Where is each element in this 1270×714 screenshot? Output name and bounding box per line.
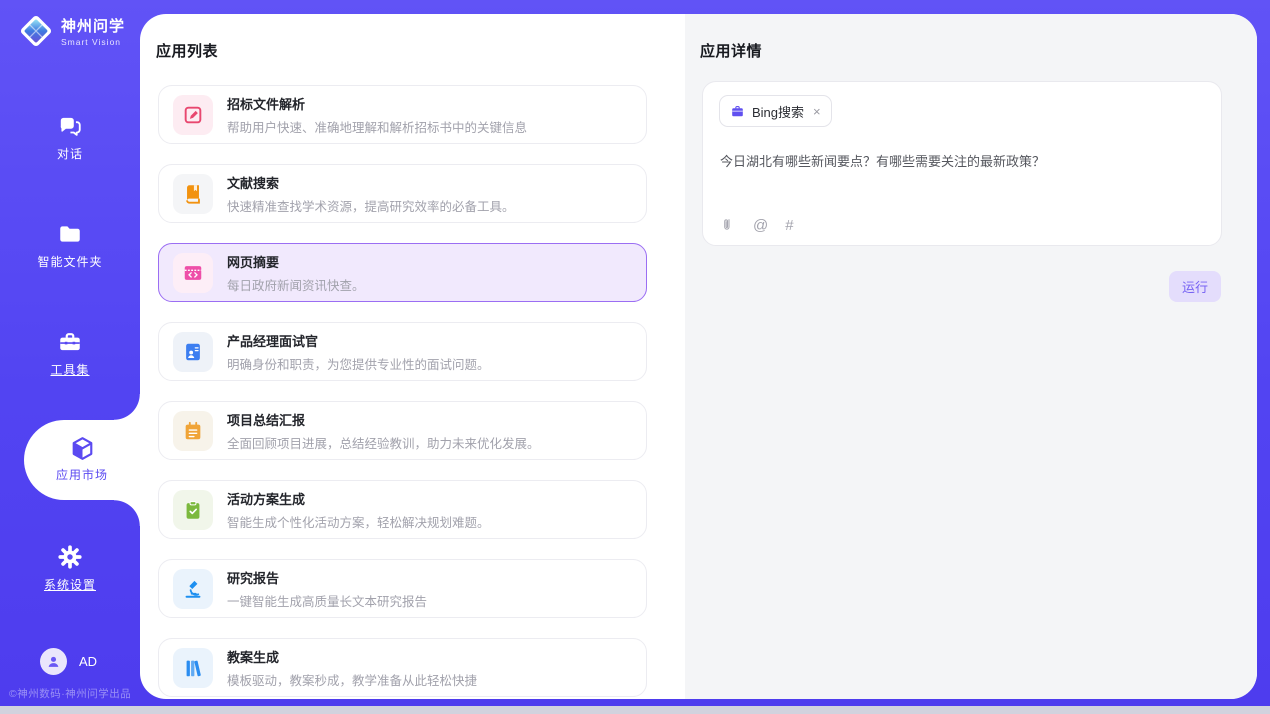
sidebar-item-label: 智能文件夹 <box>0 253 140 270</box>
mention-icon[interactable]: @ <box>753 218 768 233</box>
sidebar-item-settings[interactable]: 系统设置 <box>0 544 140 593</box>
input-toolbar: @ # <box>720 217 794 233</box>
cube-icon <box>69 435 96 462</box>
bing-search-chip[interactable]: Bing搜索 × <box>719 95 832 127</box>
app-description: 一键智能生成高质量长文本研究报告 <box>227 591 427 610</box>
paperclip-icon[interactable] <box>720 217 736 233</box>
app-list-item-selected[interactable]: 网页摘要 每日政府新闻资讯快查。 <box>158 243 647 302</box>
chip-close-icon[interactable]: × <box>813 104 821 119</box>
app-icon-tile <box>173 253 213 293</box>
app-description: 全面回顾项目进展，总结经验教训，助力未来优化发展。 <box>227 433 540 452</box>
logo-subtitle: Smart Vision <box>61 37 125 47</box>
app-description: 智能生成个性化活动方案，轻松解决规划难题。 <box>227 512 490 531</box>
sidebar-item-app-market[interactable]: 应用市场 <box>24 420 140 500</box>
app-name: 文献搜索 <box>227 173 515 192</box>
sidebar-item-smart-folder[interactable]: 智能文件夹 <box>0 221 140 270</box>
app-name: 活动方案生成 <box>227 489 490 508</box>
app-name: 招标文件解析 <box>227 94 527 113</box>
app-list-item[interactable]: 产品经理面试官 明确身份和职责，为您提供专业性的面试问题。 <box>158 322 647 381</box>
app-description: 模板驱动，教案秒成，教学准备从此轻松快捷 <box>227 670 477 689</box>
bottom-edge-strip <box>0 706 1270 714</box>
sidebar-item-label: 工具集 <box>0 361 140 378</box>
document-person-icon <box>182 341 204 363</box>
avatar <box>40 648 67 675</box>
app-list-item[interactable]: 活动方案生成 智能生成个性化活动方案，轻松解决规划难题。 <box>158 480 647 539</box>
user-name: AD <box>79 654 97 669</box>
sidebar-item-label: 应用市场 <box>24 466 140 483</box>
content-frame: 应用列表 招标文件解析 帮助用户快速、准确地理解和解析招标书中的关键信息 <box>140 14 1257 699</box>
app-list-title: 应用列表 <box>156 40 218 61</box>
app-name: 教案生成 <box>227 647 477 666</box>
person-icon <box>45 653 62 670</box>
app-icon-tile <box>173 490 213 530</box>
app-icon-tile <box>173 411 213 451</box>
app-list-item[interactable]: 教案生成 模板驱动，教案秒成，教学准备从此轻松快捷 <box>158 638 647 697</box>
sidebar: 神州问学 Smart Vision 对话 智能文件夹 工具集 <box>0 0 140 706</box>
gear-icon <box>57 544 83 570</box>
app-icon-tile <box>173 332 213 372</box>
microscope-icon <box>182 578 204 600</box>
app-list: 招标文件解析 帮助用户快速、准确地理解和解析招标书中的关键信息 文献搜索 快速精… <box>158 85 647 697</box>
app-detail-panel: 应用详情 Bing搜索 × 今日湖北有哪些新闻要点？有哪些需要关注的最新政策？ … <box>685 14 1257 699</box>
query-text[interactable]: 今日湖北有哪些新闻要点？有哪些需要关注的最新政策？ <box>720 152 1205 172</box>
app-detail-title: 应用详情 <box>700 40 762 61</box>
app-list-item[interactable]: 招标文件解析 帮助用户快速、准确地理解和解析招标书中的关键信息 <box>158 85 647 144</box>
app-description: 明确身份和职责，为您提供专业性的面试问题。 <box>227 354 490 373</box>
app-description: 帮助用户快速、准确地理解和解析招标书中的关键信息 <box>227 117 527 136</box>
toolbox-icon <box>57 329 83 355</box>
browser-code-icon <box>182 262 204 284</box>
app-name: 产品经理面试官 <box>227 331 490 350</box>
user-account[interactable]: AD <box>40 648 97 675</box>
app-description: 每日政府新闻资讯快查。 <box>227 275 365 294</box>
run-button[interactable]: 运行 <box>1169 271 1221 302</box>
calendar-note-icon <box>182 420 204 442</box>
folder-icon <box>57 221 83 247</box>
books-icon <box>182 657 204 679</box>
app-logo: 神州问学 Smart Vision <box>18 13 125 49</box>
app-name: 网页摘要 <box>227 252 365 271</box>
app-list-item[interactable]: 文献搜索 快速精准查找学术资源，提高研究效率的必备工具。 <box>158 164 647 223</box>
app-icon-tile <box>173 95 213 135</box>
chat-icon <box>57 113 83 139</box>
book-icon <box>182 183 204 205</box>
edit-square-icon <box>182 104 204 126</box>
sidebar-item-label: 对话 <box>0 145 140 162</box>
sidebar-item-toolset[interactable]: 工具集 <box>0 329 140 378</box>
app-list-item[interactable]: 研究报告 一键智能生成高质量长文本研究报告 <box>158 559 647 618</box>
app-icon-tile <box>173 174 213 214</box>
app-name: 研究报告 <box>227 568 427 587</box>
app-name: 项目总结汇报 <box>227 410 540 429</box>
app-description: 快速精准查找学术资源，提高研究效率的必备工具。 <box>227 196 515 215</box>
hash-icon[interactable]: # <box>785 218 793 233</box>
logo-gem-icon <box>18 13 54 49</box>
copyright-text: ©神州数码·神州问学出品 <box>9 686 141 701</box>
chip-label: Bing搜索 <box>752 102 804 121</box>
briefcase-icon <box>730 104 745 119</box>
app-list-item[interactable]: 项目总结汇报 全面回顾项目进展，总结经验教训，助力未来优化发展。 <box>158 401 647 460</box>
app-icon-tile <box>173 569 213 609</box>
query-card: Bing搜索 × 今日湖北有哪些新闻要点？有哪些需要关注的最新政策？ @ # <box>702 81 1222 246</box>
clipboard-check-icon <box>182 499 204 521</box>
sidebar-item-label: 系统设置 <box>0 576 140 593</box>
sidebar-item-chat[interactable]: 对话 <box>0 113 140 162</box>
app-icon-tile <box>173 648 213 688</box>
logo-title: 神州问学 <box>61 15 125 36</box>
